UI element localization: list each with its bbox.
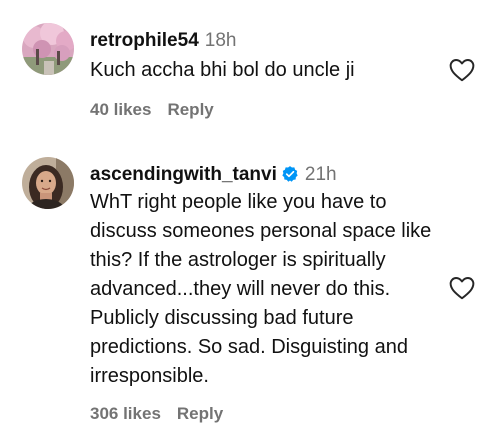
avatar-image	[22, 157, 74, 209]
likes-count[interactable]: 306 likes	[90, 404, 161, 423]
timestamp[interactable]: 18h	[205, 30, 237, 51]
username[interactable]: ascendingwith_tanvi	[90, 164, 277, 185]
comment-header: ascendingwith_tanvi 21h	[90, 164, 337, 190]
verified-badge-icon	[281, 165, 299, 190]
comment-item: ascendingwith_tanvi 21h WhT right people …	[0, 140, 492, 442]
comment-meta: 306 likes Reply	[90, 404, 223, 424]
heart-icon[interactable]	[449, 58, 475, 82]
comment-text: WhT right people like you have to discus…	[90, 191, 432, 387]
comment-text: Kuch accha bhi bol do uncle ji	[90, 59, 355, 81]
reply-button[interactable]: Reply	[177, 404, 223, 423]
username[interactable]: retrophile54	[90, 30, 199, 51]
heart-icon[interactable]	[449, 276, 475, 300]
comment-meta: 40 likes Reply	[90, 100, 214, 120]
comment-header: retrophile54 18h	[90, 30, 236, 53]
likes-count[interactable]: 40 likes	[90, 100, 151, 119]
avatar-image	[22, 23, 74, 75]
reply-button[interactable]: Reply	[167, 100, 213, 119]
avatar[interactable]	[22, 23, 74, 75]
timestamp[interactable]: 21h	[305, 164, 337, 185]
comment-item: retrophile54 18h Kuch accha bhi bol do un…	[0, 0, 492, 140]
avatar[interactable]	[22, 157, 74, 209]
